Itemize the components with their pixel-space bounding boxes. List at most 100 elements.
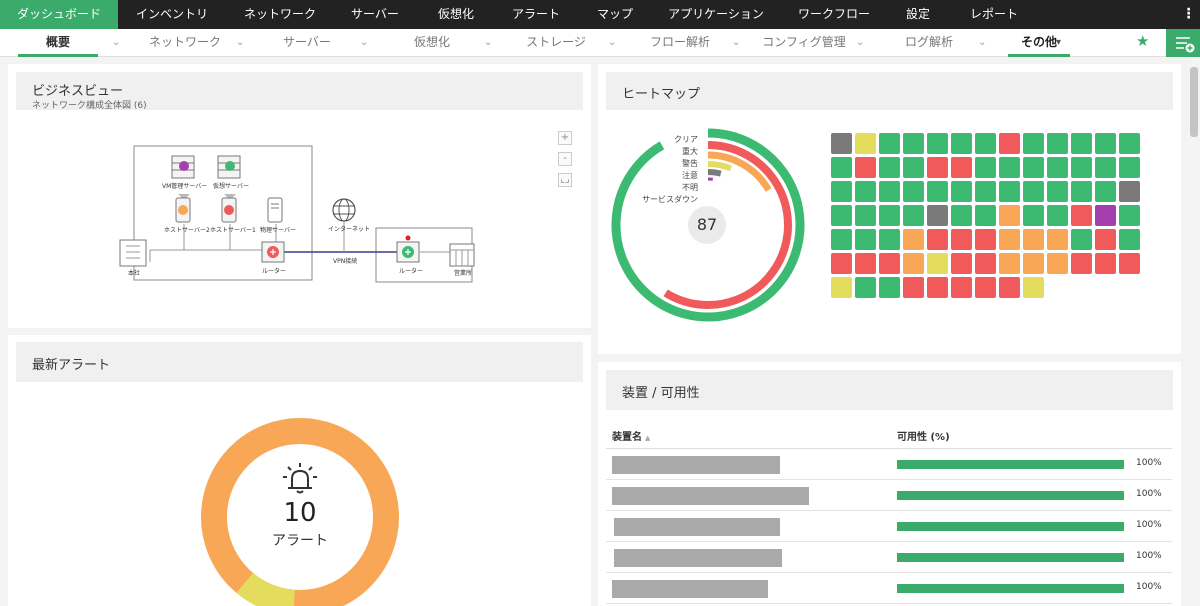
favorite-star-icon[interactable]: ★ [1136,32,1149,50]
page-scrollbar[interactable] [1188,57,1200,606]
heatmap-cell[interactable] [1095,157,1116,178]
heatmap-cell[interactable] [999,181,1020,202]
heatmap-cell[interactable] [975,253,996,274]
scrollbar-thumb[interactable] [1190,67,1198,137]
chevron-down-icon[interactable]: ⌄ [732,29,740,56]
heatmap-cell[interactable] [1095,253,1116,274]
heatmap-cell[interactable] [1071,133,1092,154]
heatmap-cell[interactable] [879,229,900,250]
host-server-2-icon[interactable] [175,197,191,223]
heatmap-cell[interactable] [903,157,924,178]
heatmap-cell[interactable] [1095,229,1116,250]
heatmap-cell[interactable] [1119,133,1140,154]
heatmap-cell[interactable] [903,181,924,202]
heatmap-cell[interactable] [951,253,972,274]
ring-unknown[interactable] [707,169,722,177]
heatmap-cell[interactable] [999,157,1020,178]
heatmap-cell[interactable] [1095,181,1116,202]
heatmap-cell[interactable] [1023,253,1044,274]
heatmap-cell[interactable] [855,157,876,178]
heatmap-cell[interactable] [1071,229,1092,250]
heatmap-cell[interactable] [879,133,900,154]
heatmap-cell[interactable] [879,157,900,178]
heatmap-cell[interactable] [975,277,996,298]
heatmap-cell[interactable] [999,277,1020,298]
heatmap-cell[interactable] [927,133,948,154]
heatmap-cell[interactable] [1023,229,1044,250]
table-row[interactable]: 100% [606,542,1172,573]
subtab-flow-analysis[interactable]: フロー解析 [640,29,720,56]
chevron-down-icon[interactable]: ⌄ [608,29,616,56]
heatmap-cell[interactable] [831,205,852,226]
heatmap-cell[interactable] [855,205,876,226]
heatmap-cell[interactable] [951,277,972,298]
more-menu-icon[interactable]: · · · [1186,3,1191,25]
heatmap-cell[interactable] [951,133,972,154]
physical-server-icon[interactable] [267,197,283,223]
ring-warning[interactable] [707,161,732,172]
heatmap-cell[interactable] [903,253,924,274]
heatmap-cell[interactable] [903,205,924,226]
heatmap-cell[interactable] [879,181,900,202]
heatmap-cell[interactable] [951,229,972,250]
column-device-name[interactable]: 装置名 ▲ [612,428,650,443]
router-hq-icon[interactable] [261,241,285,263]
heatmap-cell[interactable] [951,181,972,202]
heatmap-cell[interactable] [831,229,852,250]
chevron-down-icon[interactable]: ⌄ [856,29,864,56]
heatmap-cell[interactable] [1119,205,1140,226]
heatmap-cell[interactable] [975,229,996,250]
heatmap-cell[interactable] [1095,205,1116,226]
heatmap-cell[interactable] [831,253,852,274]
heatmap-cell[interactable] [975,133,996,154]
router-branch-icon[interactable] [396,235,420,263]
heatmap-cell[interactable] [855,253,876,274]
heatmap-cell[interactable] [999,253,1020,274]
heatmap-cell[interactable] [1095,133,1116,154]
headquarters-building-icon[interactable] [119,239,147,267]
heatmap-cell[interactable] [831,277,852,298]
heatmap-cell[interactable] [879,253,900,274]
heatmap-cell[interactable] [1071,205,1092,226]
heatmap-cell[interactable] [1047,229,1068,250]
table-row[interactable]: 100% [606,573,1172,604]
heatmap-cell[interactable] [879,277,900,298]
heatmap-cell[interactable] [1023,277,1044,298]
column-availability[interactable]: 可用性 (%) [897,428,950,443]
heatmap-cell[interactable] [975,205,996,226]
heatmap-cell[interactable] [855,133,876,154]
heatmap-cell[interactable] [1119,253,1140,274]
heatmap-cell[interactable] [879,205,900,226]
heatmap-cell[interactable] [1047,133,1068,154]
heatmap-cell[interactable] [831,133,852,154]
nav-settings[interactable]: 設定 [892,0,944,29]
heatmap-cell[interactable] [975,157,996,178]
heatmap-cell[interactable] [855,229,876,250]
internet-globe-icon[interactable] [332,198,356,222]
heatmap-cell[interactable] [903,229,924,250]
table-row[interactable]: 100% [606,449,1172,480]
virtual-server-icon[interactable] [217,155,241,179]
heatmap-cell[interactable] [927,277,948,298]
heatmap-cell[interactable] [975,181,996,202]
heatmap-cell[interactable] [1071,181,1092,202]
nav-reports[interactable]: レポート [956,0,1032,29]
nav-applications[interactable]: アプリケーション [656,0,776,29]
table-row[interactable]: 100% [606,480,1172,511]
caret-down-icon[interactable]: ▾ [1056,29,1061,56]
heatmap-cell[interactable] [903,277,924,298]
chevron-down-icon[interactable]: ⌄ [978,29,986,56]
subtab-config-management[interactable]: コンフィグ管理 [760,29,848,56]
heatmap-cell[interactable] [1047,253,1068,274]
heatmap-cell[interactable] [855,277,876,298]
heatmap-cell[interactable] [1071,253,1092,274]
heatmap-cell[interactable] [999,229,1020,250]
heatmap-cell[interactable] [1119,157,1140,178]
sort-icon[interactable]: ▲ [645,434,650,442]
heatmap-cell[interactable] [1119,229,1140,250]
heatmap-cell[interactable] [855,181,876,202]
host-server-1-icon[interactable] [221,197,237,223]
heatmap-cell[interactable] [927,205,948,226]
heatmap-cell[interactable] [1119,181,1140,202]
heatmap-cell[interactable] [903,133,924,154]
